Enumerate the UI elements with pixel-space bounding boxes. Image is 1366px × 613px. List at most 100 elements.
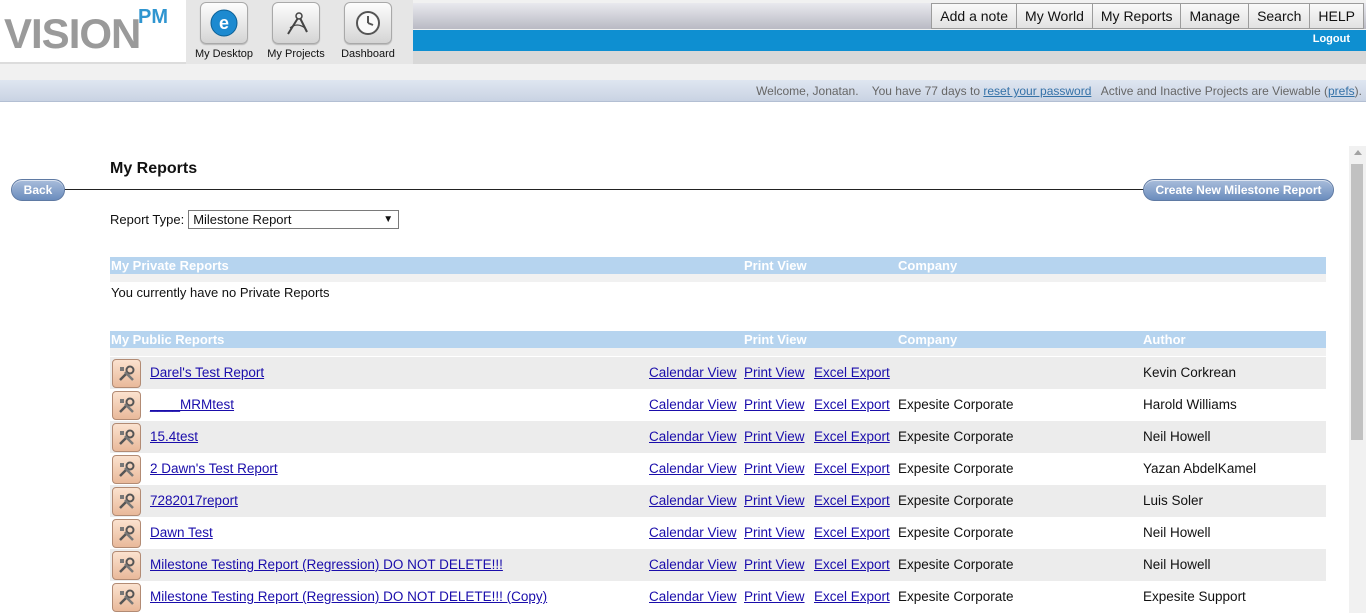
viewable-suffix: ). [1354, 84, 1362, 98]
table-row: Milestone Testing Report (Regression) DO… [110, 549, 1326, 581]
report-tools-icon[interactable] [112, 519, 141, 548]
create-milestone-report-button[interactable]: Create New Milestone Report [1143, 179, 1334, 201]
menu-manage[interactable]: Manage [1180, 3, 1250, 29]
print-view-link[interactable]: Print View [744, 429, 805, 444]
print-view-link[interactable]: Print View [744, 461, 805, 476]
nav-tile-my-desktop[interactable]: e My Desktop [188, 0, 260, 64]
print-view-link[interactable]: Print View [744, 525, 805, 540]
author-cell: Yazan AbdelKamel [1143, 461, 1257, 476]
viewable-text: Active and Inactive Projects are Viewabl… [1100, 84, 1328, 98]
print-view-link[interactable]: Print View [744, 493, 805, 508]
vertical-scrollbar[interactable] [1349, 146, 1366, 613]
report-type-row: Report Type: Milestone Report ▼ [110, 210, 400, 229]
report-name-link[interactable]: Dawn Test [150, 525, 213, 540]
private-header-pad [110, 274, 1326, 282]
logo-vision-text: VISION [4, 10, 141, 57]
scrollbar-thumb[interactable] [1351, 164, 1363, 440]
info-text: Welcome, Jonatan. You have 77 days to re… [756, 84, 1362, 98]
report-name-link[interactable]: Darel's Test Report [150, 365, 264, 380]
print-view-link[interactable]: Print View [744, 589, 805, 604]
calendar-view-link[interactable]: Calendar View [649, 365, 737, 380]
company-cell: Expesite Corporate [898, 493, 1014, 508]
report-tools-icon[interactable] [112, 455, 141, 484]
prefs-link[interactable]: prefs [1328, 84, 1355, 98]
calendar-view-link[interactable]: Calendar View [649, 397, 737, 412]
title-rule [62, 189, 1146, 190]
author-cell: Neil Howell [1143, 429, 1211, 444]
author-cell: Neil Howell [1143, 557, 1211, 572]
logo-underline [0, 62, 186, 64]
table-row: ____MRMtest Calendar View Print View Excel … [110, 389, 1326, 421]
report-name-link[interactable]: 15.4test [150, 429, 198, 444]
report-tools-icon[interactable] [112, 423, 141, 452]
back-button[interactable]: Back [11, 179, 65, 201]
excel-export-link[interactable]: Excel Export [814, 525, 890, 540]
table-row: Milestone Testing Report (Regression) DO… [110, 581, 1326, 613]
report-name-link[interactable]: Milestone Testing Report (Regression) DO… [150, 557, 503, 572]
nav-tile-label: Dashboard [341, 48, 395, 60]
company-cell: Expesite Corporate [898, 589, 1014, 604]
report-name-link[interactable]: ____MRMtest [150, 397, 234, 412]
private-reports-header: My Private Reports Print View Company [110, 257, 1326, 274]
report-name-link[interactable]: Milestone Testing Report (Regression) DO… [150, 589, 547, 604]
calendar-view-link[interactable]: Calendar View [649, 557, 737, 572]
print-view-link[interactable]: Print View [744, 365, 805, 380]
blue-bar [413, 30, 1366, 51]
private-print-view-header: Print View [744, 258, 807, 273]
author-cell: Luis Soler [1143, 493, 1204, 508]
calendar-view-link[interactable]: Calendar View [649, 429, 737, 444]
vision-pm-logo[interactable]: VISION PM [0, 0, 186, 64]
report-tools-icon[interactable] [112, 391, 141, 420]
excel-export-link[interactable]: Excel Export [814, 429, 890, 444]
calendar-view-link[interactable]: Calendar View [649, 525, 737, 540]
app-header: VISION PM e My Desktop My Projects Dashb… [0, 0, 1366, 80]
report-type-select[interactable]: Milestone Report ▼ [188, 210, 400, 229]
report-name-link[interactable]: 7282017report [150, 493, 238, 508]
excel-export-link[interactable]: Excel Export [814, 397, 890, 412]
company-cell: Expesite Corporate [898, 461, 1014, 476]
menu-search[interactable]: Search [1248, 3, 1311, 29]
private-company-header: Company [898, 258, 958, 273]
logout-link[interactable]: Logout [1313, 33, 1350, 45]
no-private-reports-text: You currently have no Private Reports [111, 285, 330, 300]
menu-help[interactable]: HELP [1309, 3, 1364, 29]
report-tools-icon[interactable] [112, 583, 141, 612]
reset-password-link[interactable]: reset your password [983, 84, 1091, 98]
nav-tile-dashboard[interactable]: Dashboard [332, 0, 404, 64]
company-cell: Expesite Corporate [898, 557, 1014, 572]
nav-tiles: e My Desktop My Projects Dashboard [186, 0, 413, 64]
report-type-value: Milestone Report [193, 212, 292, 227]
table-row: Dawn Test Calendar View Print View Excel Ex… [110, 517, 1326, 549]
calendar-view-link[interactable]: Calendar View [649, 461, 737, 476]
public-company-header: Company [898, 332, 958, 347]
public-print-view-header: Print View [744, 332, 807, 347]
table-row: Darel's Test Report Calendar View Print Vi… [110, 357, 1326, 389]
menu-add-note[interactable]: Add a note [931, 3, 1018, 29]
report-name-link[interactable]: 2 Dawn's Test Report [150, 461, 278, 476]
excel-export-link[interactable]: Excel Export [814, 589, 890, 604]
menu-my-world[interactable]: My World [1016, 3, 1093, 29]
report-tools-icon[interactable] [112, 551, 141, 580]
excel-export-link[interactable]: Excel Export [814, 365, 890, 380]
excel-export-link[interactable]: Excel Export [814, 493, 890, 508]
author-cell: Kevin Corkrean [1143, 365, 1237, 380]
nav-tile-label: My Desktop [194, 48, 254, 60]
menu-my-reports[interactable]: My Reports [1091, 3, 1182, 29]
welcome-text: Welcome, Jonatan. [756, 84, 859, 98]
calendar-view-link[interactable]: Calendar View [649, 589, 737, 604]
excel-export-link[interactable]: Excel Export [814, 557, 890, 572]
scroll-up-arrow-icon[interactable] [1354, 150, 1362, 155]
excel-export-link[interactable]: Excel Export [814, 461, 890, 476]
company-cell: Expesite Corporate [898, 525, 1014, 540]
report-tools-icon[interactable] [112, 487, 141, 516]
private-title: My Private Reports [111, 258, 229, 273]
nav-tile-my-projects[interactable]: My Projects [260, 0, 332, 64]
public-header-pad [110, 348, 1326, 356]
calendar-view-link[interactable]: Calendar View [649, 493, 737, 508]
print-view-link[interactable]: Print View [744, 397, 805, 412]
public-reports-header: My Public Reports Print View Company Aut… [110, 331, 1326, 348]
print-view-link[interactable]: Print View [744, 557, 805, 572]
report-tools-icon[interactable] [112, 359, 141, 388]
svg-text:e: e [219, 13, 229, 33]
logo-pm-text: PM [138, 6, 168, 28]
